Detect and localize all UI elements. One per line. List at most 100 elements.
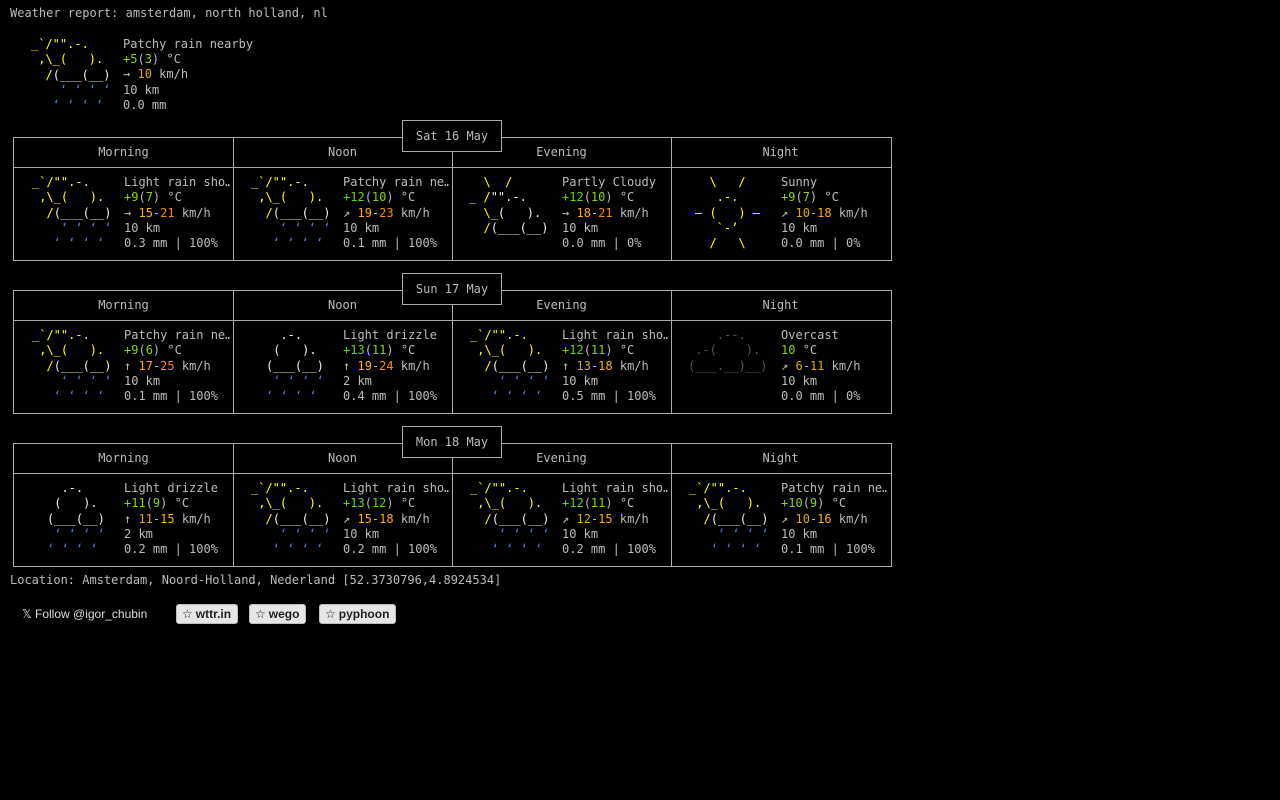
forecast-cell: Light drizzle +13(11) °C ↑ 19-24 km/h 2 … [343, 328, 449, 404]
condition-text: Patchy rain ne… [343, 175, 449, 189]
condition-text: Light rain sho… [124, 175, 230, 189]
period-header: Night [762, 298, 799, 312]
precipitation: 0.4 mm | 100% [343, 389, 437, 404]
wind: → 18-21 km/h [562, 205, 649, 220]
condition-text: Patchy rain ne… [124, 328, 230, 342]
forecast-cell: Light rain sho… +12(11) °C ↑ 13-18 km/h … [562, 328, 668, 404]
wind: ↗ 10-16 km/h [781, 511, 868, 526]
star-icon: ☆ [182, 607, 193, 621]
date-label: Mon 18 May [402, 426, 502, 458]
wind: ↗ 15-18 km/h [343, 511, 430, 526]
patchy-rain-icon: _`/"".-. ,\_( ). /(___(__) ‘ ‘ ‘ ‘ ‘ ‘ ‘… [32, 328, 112, 404]
period-header: Morning [98, 451, 149, 465]
forecast-day-table: Morning Noon Evening Night _`/"".-. ,\_( ). … [13, 290, 892, 414]
precipitation: 0.0 mm | 0% [781, 389, 861, 404]
visibility: 10 km [781, 220, 818, 235]
current-condition: Patchy rain nearby [123, 37, 254, 51]
period-header: Night [762, 145, 799, 159]
condition-text: Overcast [781, 328, 839, 342]
visibility: 10 km [781, 373, 818, 388]
patchy-rain-icon: _`/"".-. ,\_( ). /(___(__) ‘ ‘ ‘ ‘ ‘ ‘ ‘… [689, 481, 769, 557]
current-temperature: +5(3) °C [123, 52, 181, 66]
light-rain-icon: _`/"".-. ,\_( ). /(___(__) ‘ ‘ ‘ ‘ ‘ ‘ ‘… [470, 328, 550, 404]
wind: ↗ 6-11 km/h [781, 358, 861, 373]
precipitation: 0.0 mm | 0% [781, 236, 861, 251]
precipitation: 0.1 mm | 100% [781, 542, 875, 557]
period-header: Morning [98, 145, 149, 159]
date-label: Sun 17 May [402, 273, 502, 305]
period-header: Morning [98, 298, 149, 312]
precipitation: 0.0 mm | 0% [562, 236, 642, 251]
date-label: Sat 16 May [402, 120, 502, 152]
temperature: +12(10) °C [343, 190, 416, 205]
condition-text: Sunny [781, 175, 818, 189]
temperature: +9(6) °C [124, 343, 182, 358]
condition-text: Patchy rain ne… [781, 481, 887, 495]
precipitation: 0.1 mm | 100% [343, 236, 437, 251]
light-drizzle-icon: .-. ( ). (___(__) ‘ ‘ ‘ ‘ ‘ ‘ ‘ ‘ [266, 328, 324, 404]
star-pyphoon-button[interactable]: ☆ pyphoon [319, 604, 397, 624]
visibility: 10 km [562, 373, 599, 388]
partly-cloudy-icon: \ / _ /"".-. \_( ). /(___(__) [469, 175, 549, 235]
precipitation: 0.3 mm | 100% [124, 236, 218, 251]
temperature: +12(10) °C [562, 190, 635, 205]
wind: ↗ 10-18 km/h [781, 205, 868, 220]
wind: ↑ 19-24 km/h [343, 358, 430, 373]
forecast-cell: Overcast 10 °C ↗ 6-11 km/h 10 km 0.0 mm … [781, 328, 887, 404]
visibility: 10 km [124, 373, 161, 388]
condition-text: Partly Cloudy [562, 175, 656, 189]
wind: ↑ 11-15 km/h [124, 511, 211, 526]
star-icon: ☆ [255, 607, 266, 621]
temperature: +13(12) °C [343, 496, 416, 511]
forecast-cell: Sunny +9(7) °C ↗ 10-18 km/h 10 km 0.0 mm… [781, 175, 887, 251]
star-wttr-button[interactable]: ☆ wttr.in [176, 604, 239, 624]
light-rain-icon: _`/"".-. ,\_( ). /(___(__) ‘ ‘ ‘ ‘ ‘ ‘ ‘… [470, 481, 550, 557]
sunny-icon: \ / .-. ― ( ) ― `-’ / \ [695, 175, 761, 251]
forecast-cell: Light rain sho… +13(12) °C ↗ 15-18 km/h … [343, 481, 449, 557]
forecast-cell: Light drizzle +11(9) °C ↑ 11-15 km/h 2 k… [124, 481, 230, 557]
current-visibility: 10 km [123, 83, 160, 97]
light-rain-icon: _`/"".-. ,\_( ). /(___(__) ‘ ‘ ‘ ‘ ‘ ‘ ‘… [32, 175, 112, 251]
condition-text: Light drizzle [124, 481, 218, 495]
visibility: 10 km [124, 220, 161, 235]
overcast-icon: .--. .-( ). (___.__)__) [688, 328, 768, 373]
precipitation: 0.2 mm | 100% [343, 542, 437, 557]
visibility: 2 km [343, 373, 372, 388]
visibility: 10 km [343, 220, 380, 235]
forecast-cell: Partly Cloudy +12(10) °C → 18-21 km/h 10… [562, 175, 668, 251]
precipitation: 0.2 mm | 100% [562, 542, 656, 557]
condition-text: Light drizzle [343, 328, 437, 342]
temperature: 10 °C [781, 343, 818, 358]
current-wind: → 10 km/h [123, 67, 189, 81]
condition-text: Light rain sho… [562, 328, 668, 342]
star-icon: ☆ [325, 607, 336, 621]
light-rain-icon: _`/"".-. ,\_( ). /(___(__) ‘ ‘ ‘ ‘ ‘ ‘ ‘… [251, 481, 331, 557]
condition-text: Light rain sho… [562, 481, 668, 495]
wind: ↑ 17-25 km/h [124, 358, 211, 373]
condition-text: Light rain sho… [343, 481, 449, 495]
forecast-cell: Patchy rain ne… +12(10) °C ↗ 19-23 km/h … [343, 175, 449, 251]
star-wego-button[interactable]: ☆ wego [249, 604, 307, 624]
location-line: Location: Amsterdam, Noord-Holland, Nede… [10, 573, 502, 587]
wind: → 15-21 km/h [124, 205, 211, 220]
temperature: +12(11) °C [562, 343, 635, 358]
visibility: 10 km [562, 526, 599, 541]
forecast-cell: Patchy rain ne… +9(6) °C ↑ 17-25 km/h 10… [124, 328, 230, 404]
period-header: Night [762, 451, 799, 465]
forecast-cell: Light rain sho… +9(7) °C → 15-21 km/h 10… [124, 175, 230, 251]
visibility: 10 km [562, 220, 599, 235]
temperature: +13(11) °C [343, 343, 416, 358]
precipitation: 0.5 mm | 100% [562, 389, 656, 404]
precipitation: 0.2 mm | 100% [124, 542, 218, 557]
wind: ↗ 19-23 km/h [343, 205, 430, 220]
visibility: 2 km [124, 526, 153, 541]
visibility: 10 km [343, 526, 380, 541]
temperature: +12(11) °C [562, 496, 635, 511]
wind: ↑ 13-18 km/h [562, 358, 649, 373]
forecast-cell: Patchy rain ne… +10(9) °C ↗ 10-16 km/h 1… [781, 481, 887, 557]
patchy-rain-icon: _`/"".-. ,\_( ). /(___(__) ‘ ‘ ‘ ‘ ‘ ‘ ‘… [251, 175, 331, 251]
current-precipitation: 0.0 mm [123, 98, 167, 112]
forecast-day-table: Morning Noon Evening Night .-. ( ). (___(__… [13, 443, 892, 567]
follow-link[interactable]: 𝕏 Follow @igor_chubin [22, 607, 147, 621]
page-title: Weather report: amsterdam, north holland… [10, 6, 328, 20]
